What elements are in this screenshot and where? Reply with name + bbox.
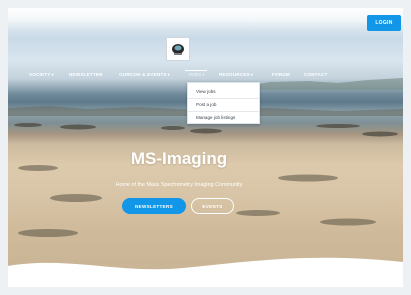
main-nav: SOCIETY▾ NEWSLETTER OURCON & EVENTS▾ JOB…: [8, 72, 403, 82]
events-button[interactable]: EVENTS: [191, 198, 234, 214]
hero-section: [8, 8, 403, 270]
nav-item-resources[interactable]: RESOURCES▾: [219, 72, 253, 77]
logo-icon: [172, 44, 184, 55]
nav-item-newsletter[interactable]: NEWSLETTER: [69, 72, 103, 77]
dropdown-item-manage-listings[interactable]: Manage job listings: [196, 115, 235, 120]
chevron-down-icon: ▾: [250, 72, 254, 77]
jobs-dropdown-menu: View jobs Post a job Manage job listings: [187, 82, 260, 124]
nav-item-society[interactable]: SOCIETY▾: [29, 72, 54, 77]
page: LOGIN SOCIETY▾ NEWSLETTER OURCON & EVENT…: [8, 8, 403, 287]
site-logo[interactable]: [166, 37, 190, 61]
divider: [188, 98, 259, 99]
hero-bottom-wave: [8, 257, 403, 287]
dropdown-item-post-job[interactable]: Post a job: [196, 102, 216, 107]
chevron-down-icon: ▾: [167, 72, 170, 77]
chevron-down-icon: ▾: [51, 72, 54, 77]
chevron-down-icon: ▾: [202, 72, 205, 77]
hero-subtitle: Home of the Mass Spectrometry Imaging Co…: [115, 182, 243, 188]
nav-active-indicator: [185, 70, 207, 71]
nav-label: NEWSLETTER: [69, 72, 103, 77]
nav-item-jobs[interactable]: JOBS▾: [188, 72, 205, 77]
nav-label: FORUM: [272, 72, 290, 77]
nav-label: OURCON & EVENTS: [119, 72, 167, 77]
hero-background-image: [8, 78, 403, 237]
hero-title: MS-Imaging: [130, 149, 228, 168]
nav-item-contact[interactable]: CONTACT: [304, 72, 328, 77]
top-fade: [8, 8, 403, 38]
divider: [188, 111, 259, 112]
nav-item-events[interactable]: OURCON & EVENTS▾: [119, 72, 170, 77]
newsletters-button[interactable]: NEWSLETTERS: [122, 198, 186, 214]
dropdown-item-view-jobs[interactable]: View jobs: [196, 89, 216, 94]
nav-label: SOCIETY: [29, 72, 51, 77]
login-button[interactable]: LOGIN: [367, 15, 401, 31]
nav-label: CONTACT: [304, 72, 328, 77]
nav-label: JOBS: [188, 72, 202, 77]
nav-item-forum[interactable]: FORUM: [272, 72, 290, 77]
nav-label: RESOURCES: [219, 72, 250, 77]
